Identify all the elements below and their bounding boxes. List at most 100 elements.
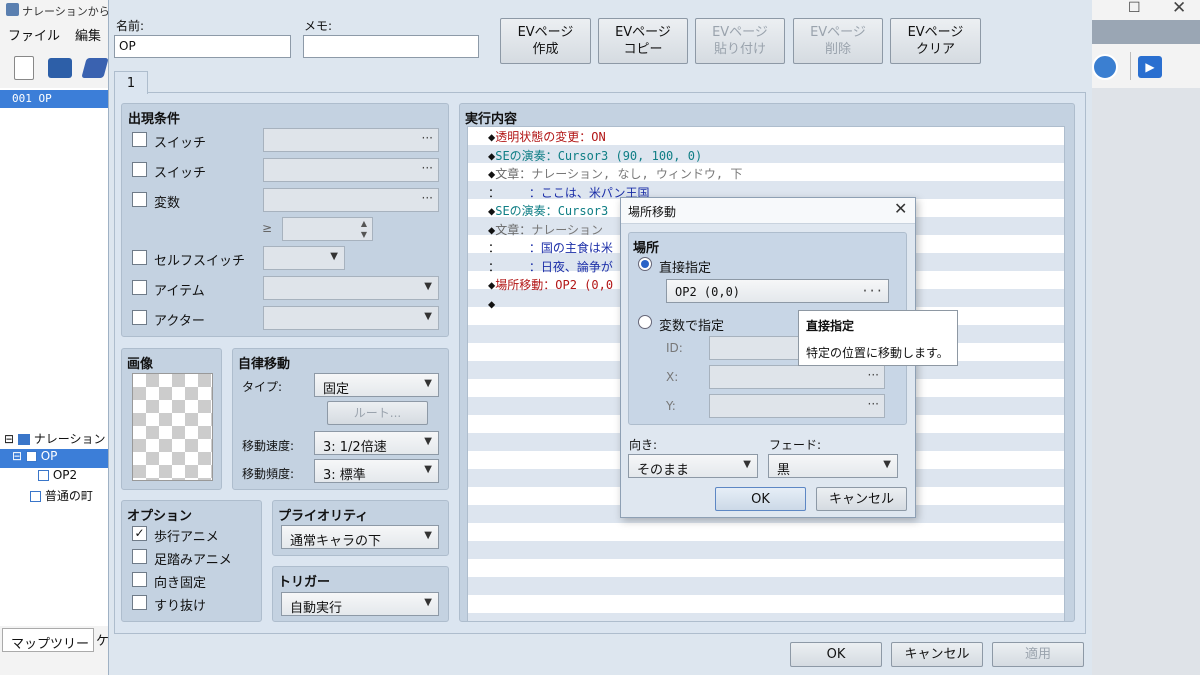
project-icon (17, 434, 30, 445)
new-project-icon[interactable] (14, 56, 34, 80)
tab-page-1[interactable]: 1 (114, 71, 148, 94)
command-line[interactable]: ◆文章：ナレーション, なし, ウィンドウ, 下 (488, 165, 742, 183)
ev-page-clear-button[interactable]: EVページ クリア (890, 18, 981, 64)
ellipsis-icon: ··· (861, 284, 883, 298)
movement-speed-value: 3: 1/2倍速 (323, 440, 387, 455)
direction-fix-checkbox[interactable] (132, 572, 147, 587)
tree-item-op[interactable]: ⊟ OP (0, 449, 110, 468)
apply-button[interactable]: 適用 (992, 642, 1084, 667)
priority-select[interactable]: 通常キャラの下 ▼ (281, 525, 439, 549)
transfer-ok-button[interactable]: OK (715, 487, 806, 511)
walking-anime-label: 歩行アニメ (154, 530, 219, 545)
command-line[interactable]: ◆ (488, 295, 495, 313)
command-name: 場所移動： (495, 278, 556, 292)
movement-speed-select[interactable]: 3: 1/2倍速 ▼ (314, 431, 439, 455)
chevron-down-icon: ▼ (424, 597, 432, 608)
self-switch-select[interactable]: ▼ (263, 246, 345, 270)
chevron-down-icon: ▼ (424, 436, 432, 447)
tooltip-title: 直接指定 (806, 319, 855, 333)
cancel-button[interactable]: キャンセル (891, 642, 983, 667)
button-line1: EVページ (712, 25, 768, 40)
direction-fix-label: 向き固定 (154, 576, 207, 591)
route-button[interactable]: ルート... (327, 401, 428, 425)
ev-page-paste-button[interactable]: EVページ 貼り付け (695, 18, 785, 64)
movement-type-select[interactable]: 固定 ▼ (314, 373, 439, 397)
ellipsis-icon: ··· (421, 161, 433, 175)
item-select[interactable]: ▼ (263, 276, 439, 300)
tree-item-op2[interactable]: OP2 (38, 468, 77, 487)
variable-value-spinner[interactable]: ▲ ▼ (282, 217, 373, 241)
save-icon[interactable] (81, 58, 109, 78)
variable-checkbox[interactable] (132, 192, 147, 207)
command-name: ： (500, 185, 541, 200)
menu-edit[interactable]: 編集 (75, 25, 101, 44)
trigger-value: 自動実行 (290, 601, 343, 616)
item-label: アイテム (154, 284, 205, 299)
stepping-anime-checkbox[interactable] (132, 549, 147, 564)
memo-label: メモ: (304, 19, 333, 33)
fade-select[interactable]: 黒 ▼ (768, 454, 898, 478)
location-title: 場所 (633, 241, 660, 256)
close-icon[interactable]: ✕ (894, 199, 907, 218)
chevron-down-icon: ▼ (743, 459, 751, 470)
character-icon[interactable] (1092, 54, 1118, 80)
ok-button[interactable]: OK (790, 642, 882, 667)
tree-item-town[interactable]: 普通の町 (30, 487, 93, 506)
command-line[interactable]: ◆文章：ナレーション (488, 221, 603, 239)
switch1-checkbox[interactable] (132, 132, 147, 147)
ev-page-delete-button[interactable]: EVページ 削除 (793, 18, 883, 64)
button-line2: 作成 (532, 42, 559, 57)
spinner-arrows-icon[interactable]: ▲ ▼ (361, 218, 367, 240)
command-line[interactable]: ◆SEの演奏：Cursor3 (90, 100, 0) (488, 147, 702, 165)
ev-page-create-button[interactable]: EVページ 作成 (500, 18, 591, 64)
command-line[interactable]: ◆透明状態の変更：ON (488, 128, 606, 146)
command-name: 文章： (495, 222, 532, 237)
y-select[interactable]: ··· (709, 394, 885, 418)
transfer-cancel-button[interactable]: キャンセル (816, 487, 907, 511)
switch2-select[interactable]: ··· (263, 158, 439, 182)
close-icon[interactable]: ✕ (1172, 0, 1186, 18)
app-logo-icon (6, 3, 19, 16)
name-input[interactable]: OP (114, 35, 291, 58)
playtest-icon[interactable]: ▶ (1138, 56, 1162, 78)
x-select[interactable]: ··· (709, 365, 885, 389)
direction-select[interactable]: そのまま ▼ (628, 454, 758, 478)
command-name: 透明状態の変更：ON (495, 130, 606, 144)
direct-radio[interactable] (638, 257, 652, 271)
actor-select[interactable]: ▼ (263, 306, 439, 330)
variable-select[interactable]: ··· (263, 188, 439, 212)
open-folder-icon[interactable] (48, 58, 72, 78)
switch2-checkbox[interactable] (132, 162, 147, 177)
memo-input[interactable] (303, 35, 479, 58)
self-switch-checkbox[interactable] (132, 250, 147, 265)
button-line1: EVページ (907, 25, 964, 40)
switch1-select[interactable]: ··· (263, 128, 439, 152)
command-line[interactable]: ◆SEの演奏：Cursor3 (488, 202, 608, 220)
maximize-icon[interactable]: ☐ (1128, 0, 1141, 16)
tree-item-root[interactable]: ⊟ ナレーション (4, 430, 105, 449)
command-line[interactable]: ： ：国の主食は米 (488, 239, 613, 257)
self-switch-label: セルフスイッチ (154, 254, 246, 269)
movement-frequency-select[interactable]: 3: 標準 ▼ (314, 459, 439, 483)
command-args: Cursor3 (557, 204, 609, 218)
command-line[interactable]: ◆場所移動：OP2 (0,0 (488, 276, 613, 294)
tab-map-tree[interactable]: マップツリー (2, 628, 94, 652)
direct-label: 直接指定 (659, 261, 712, 276)
actor-checkbox[interactable] (132, 310, 147, 325)
menu-file[interactable]: ファイル (8, 25, 60, 44)
event-image-preview[interactable] (132, 373, 213, 481)
command-prefix: ： (488, 241, 501, 255)
command-line[interactable]: ： ：日夜、論争が (488, 258, 613, 276)
direct-location-select[interactable]: OP2 (0,0) ··· (666, 279, 889, 303)
command-name: SEの演奏： (495, 204, 558, 218)
trigger-select[interactable]: 自動実行 ▼ (281, 592, 439, 616)
variable-radio[interactable] (638, 315, 652, 329)
map-list-selected[interactable]: 001 OP (0, 90, 110, 108)
command-name: SEの演奏： (495, 148, 558, 163)
walking-anime-checkbox[interactable]: ✓ (132, 526, 147, 541)
fade-label: フェード: (769, 438, 822, 452)
ev-page-copy-button[interactable]: EVページ コピー (598, 18, 688, 64)
direction-label: 向き: (629, 438, 658, 452)
through-checkbox[interactable] (132, 595, 147, 610)
item-checkbox[interactable] (132, 280, 147, 295)
